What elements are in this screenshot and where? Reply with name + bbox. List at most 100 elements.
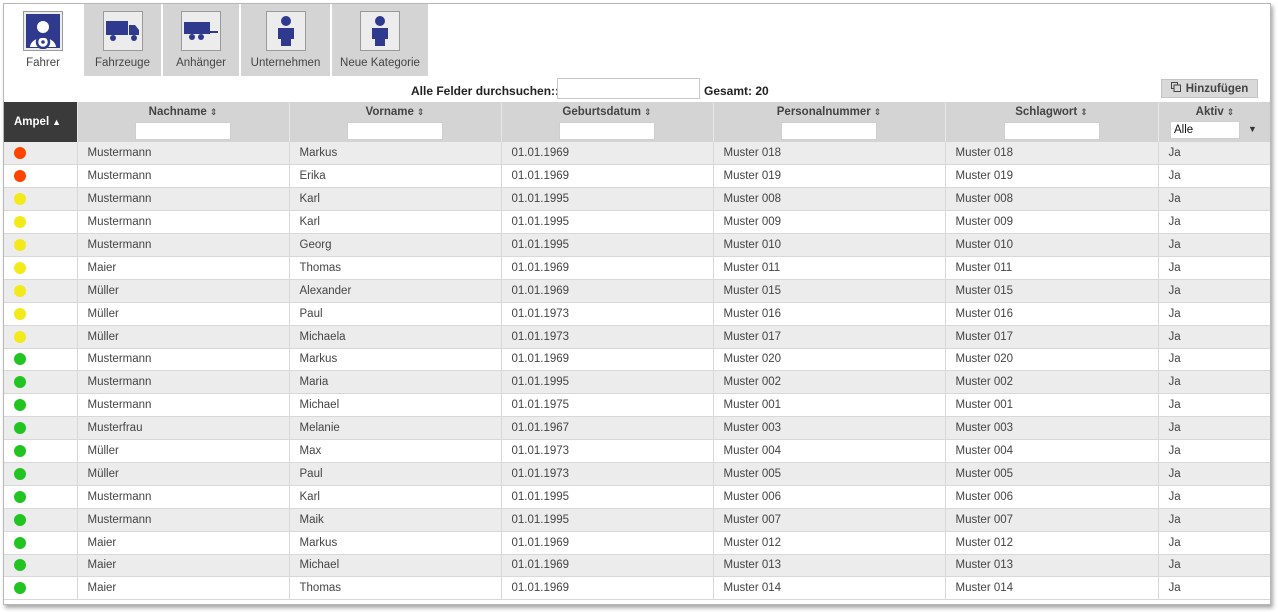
cell-vorname: Paul (289, 302, 502, 326)
cell-vorname: Maria (289, 370, 502, 394)
cell-vorname: Paul (289, 462, 502, 486)
table-row[interactable]: Mustermann Maria 01.01.1995 Muster 002 Muste… (4, 370, 1270, 394)
tab-fahrer[interactable]: Fahrer (4, 4, 82, 76)
cell-aktiv: Ja (1158, 142, 1270, 165)
driver-table: Ampel ▲ Nachname ⇕ Vorname ⇕ Geburtsdatum ⇕ … (4, 102, 1270, 600)
app-window: Fahrer Fahrzeuge Anhänger Unternehmen Ne… (3, 3, 1271, 605)
tab-label: Neue Kategorie (340, 57, 420, 69)
copy-icon (1170, 82, 1181, 95)
column-header-aktiv[interactable]: Aktiv ⇕ Alle ▼ (1158, 102, 1270, 142)
status-dot-icon (14, 445, 26, 457)
column-header-geburtsdatum[interactable]: Geburtsdatum ⇕ (501, 102, 714, 142)
column-label: Vorname (365, 106, 414, 118)
table-row[interactable]: Mustermann Markus 01.01.1969 Muster 020 Must… (4, 348, 1270, 371)
cell-personalnummer: Muster 005 (713, 462, 946, 486)
tab-unternehmen[interactable]: Unternehmen (241, 4, 330, 76)
table-row[interactable]: Müller Paul 01.01.1973 Muster 005 Muster 005… (4, 462, 1270, 486)
cell-vorname: Karl (289, 485, 502, 509)
column-label: Geburtsdatum (562, 106, 642, 118)
cell-schlagwort: Muster 001 (945, 393, 1159, 417)
person-icon (360, 11, 400, 51)
cell-nachname: Mustermann (77, 187, 290, 211)
ampel-cell (4, 531, 78, 555)
table-row[interactable]: Maier Thomas 01.01.1969 Muster 011 Muster 01… (4, 256, 1270, 280)
cell-geburtsdatum: 01.01.1967 (501, 416, 714, 440)
cell-schlagwort: Muster 015 (945, 279, 1159, 303)
column-header-vorname[interactable]: Vorname ⇕ (289, 102, 502, 142)
table-row[interactable]: Maier Michael 01.01.1969 Muster 013 Muster 0… (4, 554, 1270, 577)
cell-personalnummer: Muster 012 (713, 531, 946, 555)
cell-personalnummer: Muster 010 (713, 233, 946, 257)
column-header-schlagwort[interactable]: Schlagwort ⇕ (945, 102, 1159, 142)
ampel-cell (4, 416, 78, 440)
tab-fahrzeuge[interactable]: Fahrzeuge (84, 4, 161, 76)
table-row[interactable]: Mustermann Karl 01.01.1995 Muster 009 Muster… (4, 210, 1270, 234)
table-row[interactable]: Maier Markus 01.01.1969 Muster 012 Muster 01… (4, 531, 1270, 555)
ampel-cell (4, 302, 78, 326)
cell-nachname: Müller (77, 439, 290, 463)
driver-icon (23, 11, 63, 51)
ampel-cell (4, 370, 78, 394)
cell-personalnummer: Muster 004 (713, 439, 946, 463)
column-header-ampel[interactable]: Ampel ▲ (4, 102, 78, 142)
global-search-input[interactable] (557, 78, 700, 99)
search-bar: Alle Felder durchsuchen:: Gesamt: 20 Hin… (4, 78, 1270, 102)
column-label: Personalnummer (776, 106, 871, 118)
cell-personalnummer: Muster 006 (713, 485, 946, 509)
cell-geburtsdatum: 01.01.1995 (501, 485, 714, 509)
cell-nachname: Mustermann (77, 508, 290, 532)
cell-personalnummer: Muster 001 (713, 393, 946, 417)
ampel-cell (4, 164, 78, 188)
filter-geburtsdatum-input[interactable] (559, 122, 655, 140)
cell-aktiv: Ja (1158, 210, 1270, 234)
cell-nachname: Müller (77, 302, 290, 326)
sort-icon: ⇕ (644, 107, 652, 117)
table-row[interactable]: Musterfrau Melanie 01.01.1967 Muster 003 Mus… (4, 416, 1270, 440)
table-row[interactable]: Müller Max 01.01.1973 Muster 004 Muster 004 J… (4, 439, 1270, 463)
table-row[interactable]: Mustermann Georg 01.01.1995 Muster 010 Muste… (4, 233, 1270, 257)
filter-nachname-input[interactable] (135, 122, 231, 140)
table-row[interactable]: Müller Michaela 01.01.1973 Muster 017 Muster… (4, 325, 1270, 349)
cell-schlagwort: Muster 017 (945, 325, 1159, 349)
cell-vorname: Markus (289, 531, 502, 555)
cell-vorname: Georg (289, 233, 502, 257)
table-row[interactable]: Mustermann Maik 01.01.1995 Muster 007 Muster… (4, 508, 1270, 532)
tab-label: Fahrer (26, 57, 60, 69)
add-button[interactable]: Hinzufügen (1161, 79, 1258, 98)
tab-anhaenger[interactable]: Anhänger (163, 4, 239, 76)
status-dot-icon (14, 536, 26, 549)
tab-label: Unternehmen (250, 57, 321, 69)
column-header-personalnummer[interactable]: Personalnummer ⇕ (713, 102, 946, 142)
filter-aktiv-select[interactable]: Alle ▼ (1170, 121, 1260, 139)
table-row[interactable]: Mustermann Michael 01.01.1975 Muster 001 Mus… (4, 393, 1270, 417)
cell-nachname: Müller (77, 325, 290, 349)
table-row[interactable]: Mustermann Karl 01.01.1995 Muster 008 Muster… (4, 187, 1270, 211)
cell-personalnummer: Muster 009 (713, 210, 946, 234)
cell-vorname: Thomas (289, 576, 502, 600)
table-row[interactable]: Müller Paul 01.01.1973 Muster 016 Muster 016… (4, 302, 1270, 326)
table-row[interactable]: Maier Thomas 01.01.1969 Muster 014 Muster 01… (4, 576, 1270, 600)
filter-personalnummer-input[interactable] (781, 122, 877, 140)
filter-vorname-input[interactable] (347, 122, 443, 140)
cell-personalnummer: Muster 007 (713, 508, 946, 532)
cell-geburtsdatum: 01.01.1969 (501, 142, 714, 165)
column-header-nachname[interactable]: Nachname ⇕ (77, 102, 290, 142)
cell-aktiv: Ja (1158, 439, 1270, 463)
cell-schlagwort: Muster 002 (945, 370, 1159, 394)
table-row[interactable]: Mustermann Karl 01.01.1995 Muster 006 Muster… (4, 485, 1270, 509)
status-dot-icon (14, 193, 26, 206)
column-label: Schlagwort (1015, 106, 1078, 118)
cell-schlagwort: Muster 007 (945, 508, 1159, 532)
cell-geburtsdatum: 01.01.1969 (501, 256, 714, 280)
table-row[interactable]: Mustermann Markus 01.01.1969 Muster 018 Must… (4, 142, 1270, 165)
ampel-cell (4, 439, 78, 463)
tab-neue-kategorie[interactable]: Neue Kategorie (332, 4, 428, 76)
table-row[interactable]: Müller Alexander 01.01.1969 Muster 015 Muste… (4, 279, 1270, 303)
cell-geburtsdatum: 01.01.1995 (501, 370, 714, 394)
table-row[interactable]: Mustermann Erika 01.01.1969 Muster 019 Muste… (4, 164, 1270, 188)
cell-schlagwort: Muster 011 (945, 256, 1159, 280)
cell-aktiv: Ja (1158, 325, 1270, 349)
sort-icon: ⇕ (1226, 107, 1235, 117)
ampel-cell (4, 508, 78, 532)
filter-schlagwort-input[interactable] (1003, 122, 1100, 140)
